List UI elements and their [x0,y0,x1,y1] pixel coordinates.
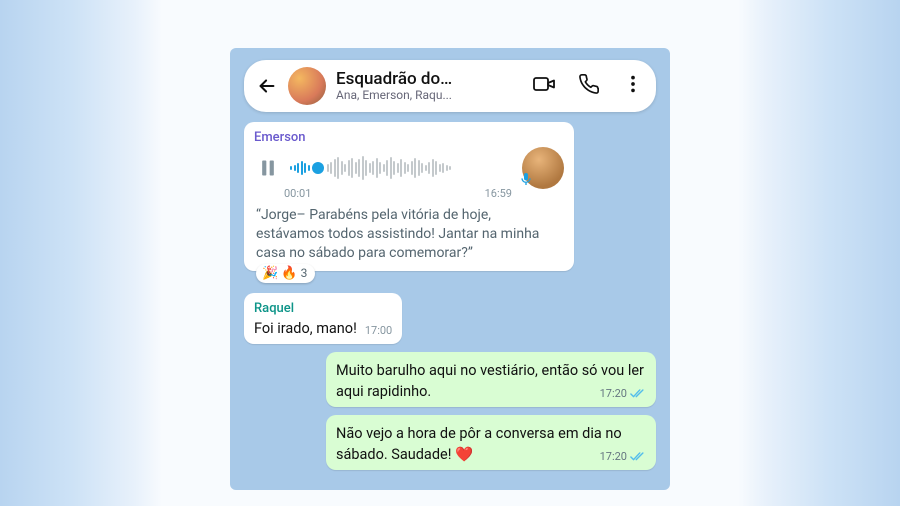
video-call-button[interactable] [532,72,556,100]
voice-transcript: “Jorge– Parabéns pela vitória de hoje, e… [254,202,564,265]
voice-duration: 16:59 [485,187,512,200]
message-bubble-out[interactable]: Muito barulho aqui no vestiário, então s… [326,352,656,407]
voice-call-button[interactable] [578,73,600,99]
reactions-badge[interactable]: 🎉 🔥 3 [256,264,315,283]
chat-title: Esquadrão do… [336,70,522,89]
microphone-icon [518,171,534,191]
chat-screen: Esquadrão do… Ana, Emerson, Raqu... Emer… [230,48,670,490]
reaction-count: 3 [301,266,308,280]
more-menu-button[interactable] [622,73,644,99]
message-text: Muito barulho aqui no vestiário, então s… [336,362,644,400]
chat-subtitle: Ana, Emerson, Raqu... [336,89,522,102]
message-bubble-raquel[interactable]: Raquel Foi irado, mano! 17:00 [244,293,402,345]
message-time: 17:20 [600,450,627,463]
read-ticks-icon [630,451,646,462]
playhead[interactable] [312,162,324,174]
chat-title-block[interactable]: Esquadrão do… Ana, Emerson, Raqu... [336,70,522,102]
back-button[interactable] [256,75,278,97]
sender-name: Raquel [254,301,392,316]
message-time: 17:00 [365,324,392,337]
message-text: Não vejo a hora de pôr a conversa em dia… [336,425,622,463]
message-bubble-out[interactable]: Não vejo a hora de pôr a conversa em dia… [326,415,656,470]
chat-messages: Emerson 00:01 16:59 [230,122,670,470]
voice-elapsed-time: 00:01 [284,187,311,200]
message-time: 17:20 [600,387,627,400]
sender-avatar[interactable] [522,147,564,189]
voice-message-bubble[interactable]: Emerson 00:01 16:59 [244,122,574,271]
pause-button[interactable] [254,157,282,179]
chat-header: Esquadrão do… Ana, Emerson, Raqu... [244,60,656,112]
group-avatar[interactable] [288,67,326,105]
sender-name: Emerson [254,130,564,145]
reaction-emojis: 🎉 🔥 [262,266,298,281]
read-ticks-icon [630,388,646,399]
message-text: Foi irado, mano! [254,320,357,337]
voice-waveform[interactable] [290,153,514,183]
